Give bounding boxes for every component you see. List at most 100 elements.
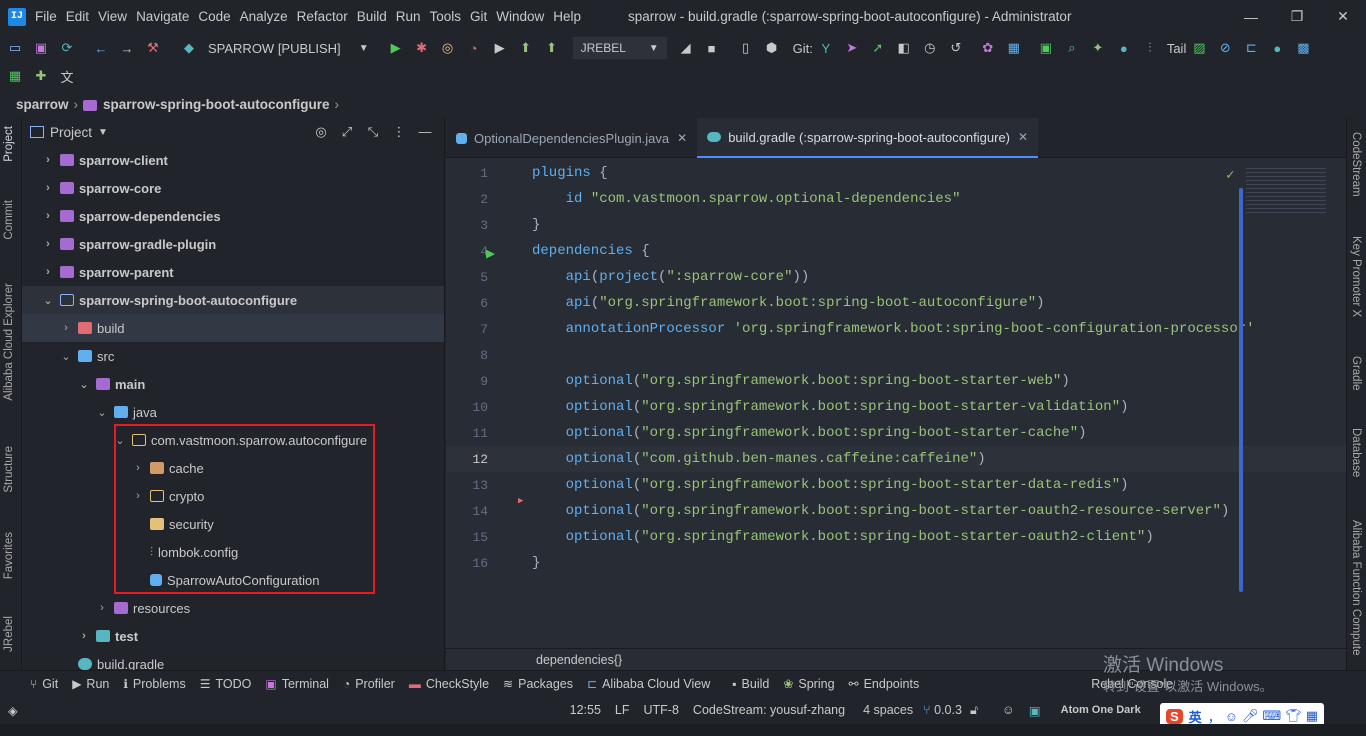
structure-icon[interactable]: ▦ xyxy=(1001,37,1027,59)
options-icon[interactable]: ⋮ xyxy=(386,124,412,140)
chevron-down-icon[interactable]: ⌄ xyxy=(78,378,90,391)
codestream-user[interactable]: CodeStream: yousuf-zhang xyxy=(693,703,845,717)
forward-icon[interactable]: → xyxy=(114,37,140,59)
file-encoding[interactable]: UTF-8 xyxy=(644,703,679,717)
tab-alibaba-function-compute[interactable]: Alibaba Function Compute xyxy=(1350,520,1362,656)
tab-key-promoter-x[interactable]: Key Promoter X xyxy=(1350,236,1362,317)
tail-label[interactable]: Tail xyxy=(1167,41,1187,56)
chevron-right-icon[interactable]: › xyxy=(42,182,54,194)
tab-optional-dependencies-plugin[interactable]: OptionalDependenciesPlugin.java ✕ xyxy=(446,118,697,158)
chevron-right-icon[interactable]: › xyxy=(42,238,54,250)
expand-all-icon[interactable]: ⤢ xyxy=(334,124,360,140)
code-line[interactable]: 4 dependencies { xyxy=(446,238,1346,264)
emoji-icon[interactable]: ☺ xyxy=(1225,709,1238,724)
chevron-right-icon[interactable]: › xyxy=(96,602,108,614)
tab-build[interactable]: ▪ Build xyxy=(732,677,769,691)
chevron-right-icon[interactable]: › xyxy=(42,266,54,278)
tree-item-sparrow-parent[interactable]: › sparrow-parent xyxy=(22,258,444,286)
tab-jrebel[interactable]: JRebel xyxy=(3,616,15,652)
menu-tools[interactable]: Tools xyxy=(430,9,462,24)
tab-spring[interactable]: ❀ Spring xyxy=(783,677,834,691)
sync-icon[interactable]: ⟳ xyxy=(54,37,80,59)
git-update-icon[interactable]: Y xyxy=(813,37,839,59)
code-line[interactable]: 8 xyxy=(446,342,1346,368)
breadcrumb-module[interactable]: sparrow-spring-boot-autoconfigure xyxy=(103,97,330,112)
code-line[interactable]: 7 annotationProcessor 'org.springframewo… xyxy=(446,316,1346,342)
terminal-status-icon[interactable]: ▣ xyxy=(1029,703,1041,718)
jrebel-selector[interactable]: JREBEL ▼ xyxy=(572,37,667,59)
tab-todo[interactable]: ☰ TODO xyxy=(200,677,252,691)
code-line[interactable]: 3} xyxy=(446,212,1346,238)
minimize-button[interactable]: — xyxy=(1228,0,1274,33)
code-line[interactable]: 2 id "com.vastmoon.sparrow.optional-depe… xyxy=(446,186,1346,212)
cursor-position[interactable]: 12:55 xyxy=(570,703,601,717)
tree-item-resources[interactable]: › resources xyxy=(22,594,444,622)
tree-item-sparrow-client[interactable]: › sparrow-client xyxy=(22,146,444,174)
menu-refactor[interactable]: Refactor xyxy=(297,9,348,24)
tab-endpoints[interactable]: ⚯ Endpoints xyxy=(849,677,920,691)
tab-gradle[interactable]: Gradle xyxy=(1350,356,1362,391)
build-hammer-icon[interactable]: ⚒ xyxy=(140,37,166,59)
settings-icon[interactable]: ✿ xyxy=(975,37,1001,59)
tab-project[interactable]: Project xyxy=(3,126,15,162)
menu-code[interactable]: Code xyxy=(198,9,230,24)
run-icon[interactable]: ▶ xyxy=(383,37,409,59)
code-line[interactable]: 15 optional("org.springframework.boot:sp… xyxy=(446,524,1346,550)
chevron-right-icon[interactable]: › xyxy=(60,322,72,334)
mic-icon[interactable]: 🎤︎ xyxy=(1242,708,1259,724)
code-line[interactable]: 13 optional("org.springframework.boot:sp… xyxy=(446,472,1346,498)
git-commit-icon[interactable]: ➤ xyxy=(839,37,865,59)
menu-help[interactable]: Help xyxy=(553,9,581,24)
tree-item-sparrow-gradle-plugin[interactable]: › sparrow-gradle-plugin xyxy=(22,230,444,258)
run-config-selector[interactable]: SPARROW [PUBLISH] ▼ xyxy=(208,41,369,56)
tree-item-sparrow-dependencies[interactable]: › sparrow-dependencies xyxy=(22,202,444,230)
plugin-version[interactable]: ⑂ 0.0.3 xyxy=(923,703,962,717)
run-gutter-icon[interactable]: ▶ xyxy=(486,244,495,263)
code-area[interactable]: 16} 15 optional("org.springframework.boot… xyxy=(446,160,1346,648)
layers-icon[interactable]: ◈ xyxy=(8,703,18,718)
layout-icon[interactable]: ▦ xyxy=(2,65,28,87)
code-line[interactable]: 12 optional("com.github.ben-manes.caffei… xyxy=(446,446,1346,472)
save-all-icon[interactable]: ▣ xyxy=(28,37,54,59)
code-line[interactable]: 16} xyxy=(446,550,1346,576)
jrebel-run-icon[interactable]: ⬆ xyxy=(513,37,539,59)
terminal-icon[interactable]: ▣ xyxy=(1033,37,1059,59)
git-push-icon[interactable]: ➚ xyxy=(865,37,891,59)
code-line[interactable]: 6 api("org.springframework.boot:spring-b… xyxy=(446,290,1346,316)
close-icon[interactable]: ✕ xyxy=(677,131,687,145)
bracket-icon[interactable]: ⊏ xyxy=(1238,37,1264,59)
menu-view[interactable]: View xyxy=(98,9,127,24)
code-line[interactable]: 11 optional("org.springframework.boot:sp… xyxy=(446,420,1346,446)
tab-profiler[interactable]: ◔ Profiler xyxy=(343,677,395,691)
keyboard-icon[interactable]: ⌨ xyxy=(1263,708,1282,724)
minimap[interactable] xyxy=(1246,168,1326,214)
chevron-down-icon[interactable]: ⌄ xyxy=(42,294,54,307)
tab-favorites[interactable]: Favorites xyxy=(3,532,15,579)
close-icon[interactable]: ✕ xyxy=(1018,130,1028,144)
puzzle-icon[interactable]: ✚ xyxy=(28,65,54,87)
tree-item-sparrow-spring-boot-autoconfigure[interactable]: ⌄ sparrow-spring-boot-autoconfigure xyxy=(22,286,444,314)
tab-commit[interactable]: Commit xyxy=(3,200,15,240)
tab-alibaba-cloud-view[interactable]: ⊏ Alibaba Cloud View xyxy=(587,677,710,691)
menu-navigate[interactable]: Navigate xyxy=(136,9,189,24)
search-icon[interactable]: ⌕ xyxy=(1059,37,1085,59)
sogou-logo-icon[interactable]: S xyxy=(1166,708,1183,724)
tab-alibaba-cloud-explorer[interactable]: Alibaba Cloud Explorer xyxy=(3,283,15,401)
shirt-icon[interactable]: 👕︎ xyxy=(1285,708,1302,724)
git-rollback-icon[interactable]: ↺ xyxy=(943,37,969,59)
tab-codestream[interactable]: CodeStream xyxy=(1350,132,1362,197)
restore-button[interactable]: ❐ xyxy=(1274,0,1320,33)
debug-icon[interactable]: ✱ xyxy=(409,37,435,59)
tree-item-sparrow-core[interactable]: › sparrow-core xyxy=(22,174,444,202)
code-line[interactable]: 14 optional("org.springframework.boot:sp… xyxy=(446,498,1346,524)
tree-item-build-gradle[interactable]: build.gradle xyxy=(22,650,444,670)
menu-build[interactable]: Build xyxy=(357,9,387,24)
tab-terminal[interactable]: ▣ Terminal xyxy=(265,677,329,691)
dot-icon[interactable]: ● xyxy=(1264,37,1290,59)
git-compare-icon[interactable]: ◧ xyxy=(891,37,917,59)
tree-item-java[interactable]: ⌄ java xyxy=(22,398,444,426)
vertical-scrollbar[interactable] xyxy=(1239,188,1243,592)
project-panel-title[interactable]: Project xyxy=(50,125,92,140)
collapse-all-icon[interactable]: ⤡ xyxy=(360,124,386,140)
run-more-icon[interactable]: ▶ xyxy=(487,37,513,59)
